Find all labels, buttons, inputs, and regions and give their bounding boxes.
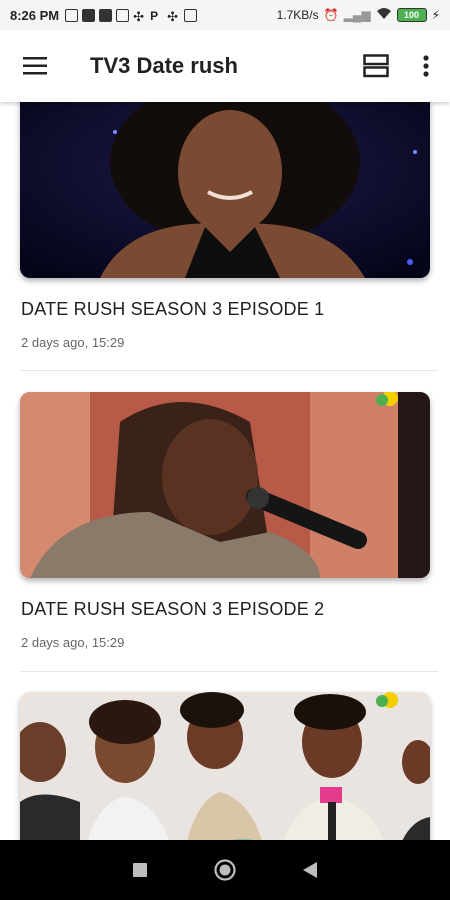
- video-thumbnail[interactable]: [20, 692, 430, 840]
- divider: [20, 370, 438, 371]
- more-vert-icon: [423, 55, 429, 77]
- view-toggle-button[interactable]: [350, 30, 402, 102]
- status-right: 1.7KB/s ⏰ ▂▄▆ 100 ⚡: [277, 7, 440, 23]
- signal-icon: ▂▄▆: [343, 8, 371, 22]
- video-meta: 2 days ago, 15:29: [21, 635, 125, 650]
- video-thumbnail[interactable]: [20, 392, 430, 578]
- hamburger-menu-icon: [23, 57, 47, 75]
- more-options-button[interactable]: [402, 30, 450, 102]
- video-meta: 2 days ago, 15:29: [21, 335, 125, 350]
- pinwheel-icon: ✣: [133, 8, 145, 24]
- menu-button[interactable]: [0, 30, 72, 102]
- app-bar: TV3 Date rush: [0, 30, 450, 102]
- thumbnail-image: [20, 392, 430, 578]
- notification-icons: ✣ P ✣: [65, 8, 198, 24]
- system-nav-bar: [0, 840, 450, 900]
- video-card[interactable]: [0, 692, 450, 840]
- status-bar: 8:26 PM ✣ P ✣ 1.7KB/s ⏰ ▂▄▆ 100 ⚡: [0, 0, 450, 30]
- thumbnail-image: [20, 102, 430, 278]
- home-button-icon[interactable]: [213, 858, 237, 882]
- video-title[interactable]: DATE RUSH SEASON 3 EPISODE 1: [21, 299, 324, 320]
- divider: [20, 671, 438, 672]
- thumbnail-image: [20, 692, 430, 840]
- video-thumbnail[interactable]: [20, 102, 430, 278]
- back-button-icon[interactable]: [302, 861, 318, 879]
- video-title[interactable]: DATE RUSH SEASON 3 EPISODE 2: [21, 599, 324, 620]
- wifi-icon: [376, 7, 392, 23]
- mail-icon: [82, 8, 96, 22]
- alarm-icon: ⏰: [323, 8, 339, 22]
- charging-icon: ⚡: [431, 8, 440, 22]
- video-card[interactable]: DATE RUSH SEASON 3 EPISODE 1 2 days ago,…: [0, 102, 450, 372]
- notification-icon: [184, 8, 198, 22]
- video-list: DATE RUSH SEASON 3 EPISODE 1 2 days ago,…: [0, 102, 450, 840]
- grid-icon: [116, 8, 130, 22]
- battery-icon: 100: [396, 8, 427, 22]
- page-title: TV3 Date rush: [90, 53, 238, 78]
- p-icon: P: [150, 8, 159, 23]
- video-card[interactable]: DATE RUSH SEASON 3 EPISODE 2 2 days ago,…: [0, 392, 450, 682]
- recents-button-icon[interactable]: [132, 862, 148, 878]
- view-agenda-icon: [363, 54, 389, 78]
- net-speed: 1.7KB/s: [276, 8, 319, 22]
- notification-icon: [65, 8, 79, 22]
- status-time: 8:26 PM: [10, 7, 60, 23]
- pinwheel-icon: ✣: [167, 8, 179, 24]
- mail-icon: [99, 8, 113, 22]
